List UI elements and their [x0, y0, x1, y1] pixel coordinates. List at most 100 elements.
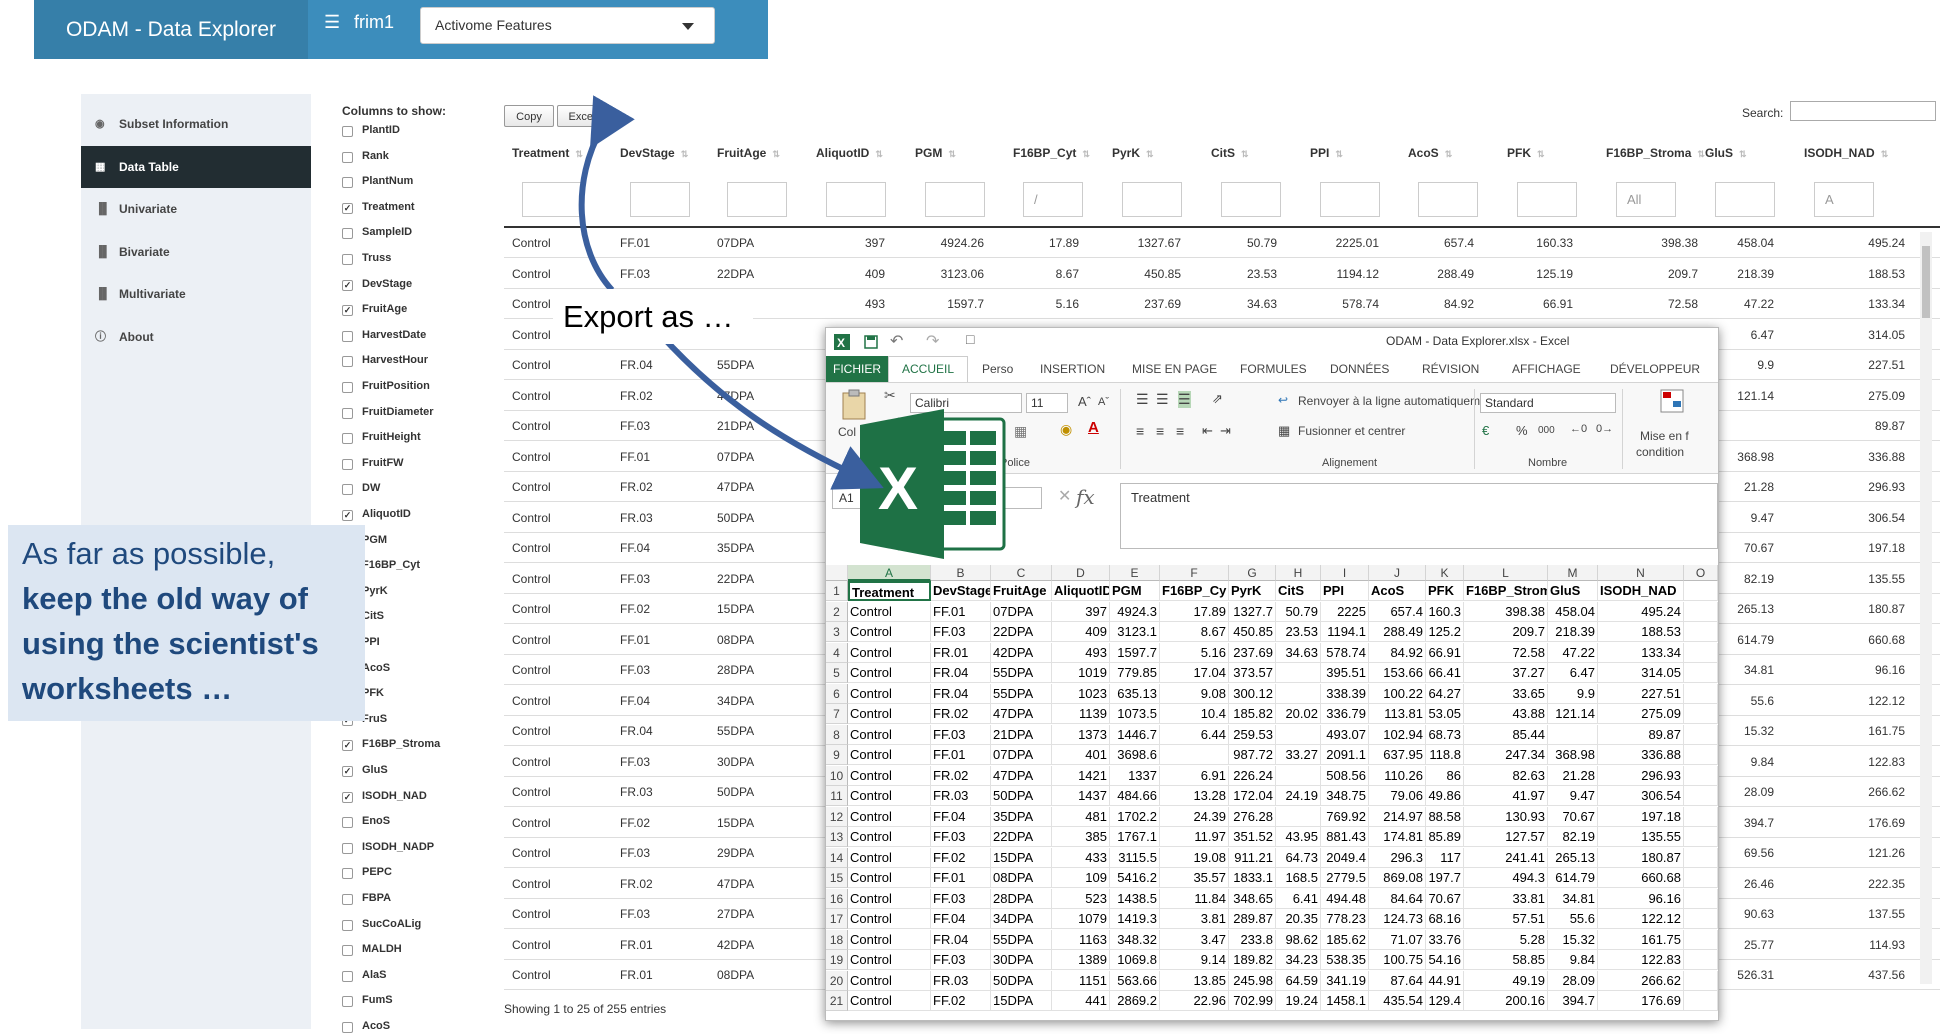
- grid-cell[interactable]: 265.13: [1548, 847, 1598, 868]
- grid-cell[interactable]: 23.53: [1276, 622, 1321, 642]
- grid-cell[interactable]: 368.98: [1548, 745, 1598, 765]
- grid-cell[interactable]: 6.44: [1160, 724, 1229, 745]
- grid-cell[interactable]: Control: [848, 601, 931, 622]
- grid-cell[interactable]: GluS: [1548, 581, 1598, 601]
- grid-cell[interactable]: Control: [848, 970, 931, 991]
- grid-cell[interactable]: [1276, 683, 1321, 704]
- tab-perso[interactable]: Perso: [982, 356, 1013, 382]
- grid-cell[interactable]: 348.65: [1229, 888, 1276, 909]
- column-letter[interactable]: J: [1369, 565, 1426, 581]
- checkbox-icon[interactable]: [342, 970, 353, 982]
- tab-accueil[interactable]: ACCUEIL: [888, 356, 968, 382]
- grid-cell[interactable]: 121.14: [1548, 704, 1598, 724]
- grid-cell[interactable]: 161.75: [1598, 929, 1684, 950]
- grid-cell[interactable]: 578.74: [1321, 642, 1369, 663]
- grid-cell[interactable]: 538.35: [1321, 950, 1369, 970]
- grid-cell[interactable]: 47DPA: [991, 765, 1052, 786]
- grid-cell[interactable]: 24.39: [1160, 806, 1229, 827]
- grid-cell[interactable]: 49.19: [1464, 970, 1548, 991]
- checkbox-checked-icon[interactable]: ✓: [342, 202, 353, 214]
- grid-cell[interactable]: 22DPA: [991, 622, 1052, 642]
- align-top-icon[interactable]: ☰: [1136, 391, 1149, 408]
- grid-cell[interactable]: 176.69: [1598, 991, 1684, 1011]
- grid-cell[interactable]: 89.87: [1598, 724, 1684, 745]
- grid-cell[interactable]: 614.79: [1548, 868, 1598, 888]
- grid-cell[interactable]: [1684, 786, 1718, 806]
- grid-cell[interactable]: 34.81: [1548, 888, 1598, 909]
- checkbox-icon[interactable]: [342, 356, 353, 368]
- grid-cell[interactable]: 987.72: [1229, 745, 1276, 765]
- grid-cell[interactable]: [1684, 929, 1718, 950]
- column-header[interactable]: DevStage ⇅: [620, 146, 688, 160]
- fill-color-icon[interactable]: ◉: [1060, 421, 1072, 438]
- grid-cell[interactable]: 127.57: [1464, 827, 1548, 847]
- grid-cell[interactable]: 68.16: [1426, 909, 1464, 929]
- checkbox-icon[interactable]: [342, 126, 353, 137]
- wrap-text-icon[interactable]: ↩: [1278, 393, 1288, 407]
- sort-icon[interactable]: ⇅: [681, 149, 689, 159]
- grid-cell[interactable]: 1833.1: [1229, 868, 1276, 888]
- grid-cell[interactable]: 3123.1: [1110, 622, 1160, 642]
- grid-cell[interactable]: 17.04: [1160, 663, 1229, 683]
- grid-cell[interactable]: 64.73: [1276, 847, 1321, 868]
- tab-formules[interactable]: FORMULES: [1240, 356, 1307, 382]
- grid-cell[interactable]: 1337: [1110, 765, 1160, 786]
- grid-cell[interactable]: 481: [1052, 806, 1110, 827]
- grid-cell[interactable]: 348.75: [1321, 786, 1369, 806]
- checkbox-icon[interactable]: [342, 254, 353, 265]
- column-header[interactable]: FruitAge ⇅: [717, 146, 780, 160]
- grid-cell[interactable]: PyrK: [1229, 581, 1276, 601]
- grid-cell[interactable]: Control: [848, 642, 931, 663]
- grid-cell[interactable]: 433: [1052, 847, 1110, 868]
- grid-cell[interactable]: 68.73: [1426, 724, 1464, 745]
- grid-cell[interactable]: 657.4: [1369, 601, 1426, 622]
- grid-cell[interactable]: 57.51: [1464, 909, 1548, 929]
- grid-cell[interactable]: 397: [1052, 601, 1110, 622]
- grid-cell[interactable]: 160.3: [1426, 601, 1464, 622]
- undo-icon[interactable]: ↶: [890, 331, 903, 351]
- grid-cell[interactable]: 1389: [1052, 950, 1110, 970]
- cancel-icon[interactable]: ✕: [1058, 486, 1071, 506]
- orientation-icon[interactable]: ⇗: [1212, 391, 1223, 407]
- grid-cell[interactable]: [1160, 745, 1229, 765]
- column-header[interactable]: ISODH_NAD ⇅: [1804, 146, 1888, 160]
- grid-cell[interactable]: 34.23: [1276, 950, 1321, 970]
- grid-cell[interactable]: 174.81: [1369, 827, 1426, 847]
- grid-cell[interactable]: 1446.7: [1110, 724, 1160, 745]
- borders-icon[interactable]: ▦: [1014, 423, 1027, 440]
- column-header[interactable]: AcoS ⇅: [1408, 146, 1452, 160]
- grid-cell[interactable]: 84.92: [1369, 642, 1426, 663]
- grid-cell[interactable]: 124.73: [1369, 909, 1426, 929]
- row-number[interactable]: 9: [826, 745, 848, 765]
- column-header[interactable]: Treatment ⇅: [512, 146, 583, 160]
- grid-cell[interactable]: [1276, 724, 1321, 745]
- grid-cell[interactable]: 5.28: [1464, 929, 1548, 950]
- grid-cell[interactable]: 348.32: [1110, 929, 1160, 950]
- grid-cell[interactable]: 409: [1052, 622, 1110, 642]
- tab-mise-en-page[interactable]: MISE EN PAGE: [1132, 356, 1217, 382]
- grid-cell[interactable]: [1276, 806, 1321, 827]
- grid-cell[interactable]: 64.59: [1276, 970, 1321, 991]
- grid-cell[interactable]: 07DPA: [991, 601, 1052, 622]
- column-letter[interactable]: D: [1052, 565, 1110, 581]
- column-header[interactable]: PPI ⇅: [1310, 146, 1343, 160]
- grid-cell[interactable]: 122.12: [1598, 909, 1684, 929]
- grid-cell[interactable]: 1327.7: [1229, 601, 1276, 622]
- row-number[interactable]: 18: [826, 929, 848, 950]
- conditional-format-label[interactable]: Mise en f: [1640, 429, 1689, 443]
- checkbox-icon[interactable]: [342, 945, 353, 957]
- grid-cell[interactable]: 50DPA: [991, 970, 1052, 991]
- grid-cell[interactable]: 493.07: [1321, 724, 1369, 745]
- grid-cell[interactable]: 47DPA: [991, 704, 1052, 724]
- grid-cell[interactable]: 58.85: [1464, 950, 1548, 970]
- grid-cell[interactable]: 2779.5: [1321, 868, 1369, 888]
- grid-cell[interactable]: [1684, 765, 1718, 786]
- row-number[interactable]: 15: [826, 868, 848, 888]
- currency-icon[interactable]: €: [1482, 423, 1489, 438]
- checkbox-icon[interactable]: [342, 458, 353, 470]
- tab-insertion[interactable]: INSERTION: [1040, 356, 1105, 382]
- grid-cell[interactable]: PFK: [1426, 581, 1464, 601]
- merge-center-button[interactable]: Fusionner et centrer: [1298, 424, 1405, 438]
- grid-cell[interactable]: FF.04: [931, 909, 991, 929]
- row-number[interactable]: 21: [826, 991, 848, 1011]
